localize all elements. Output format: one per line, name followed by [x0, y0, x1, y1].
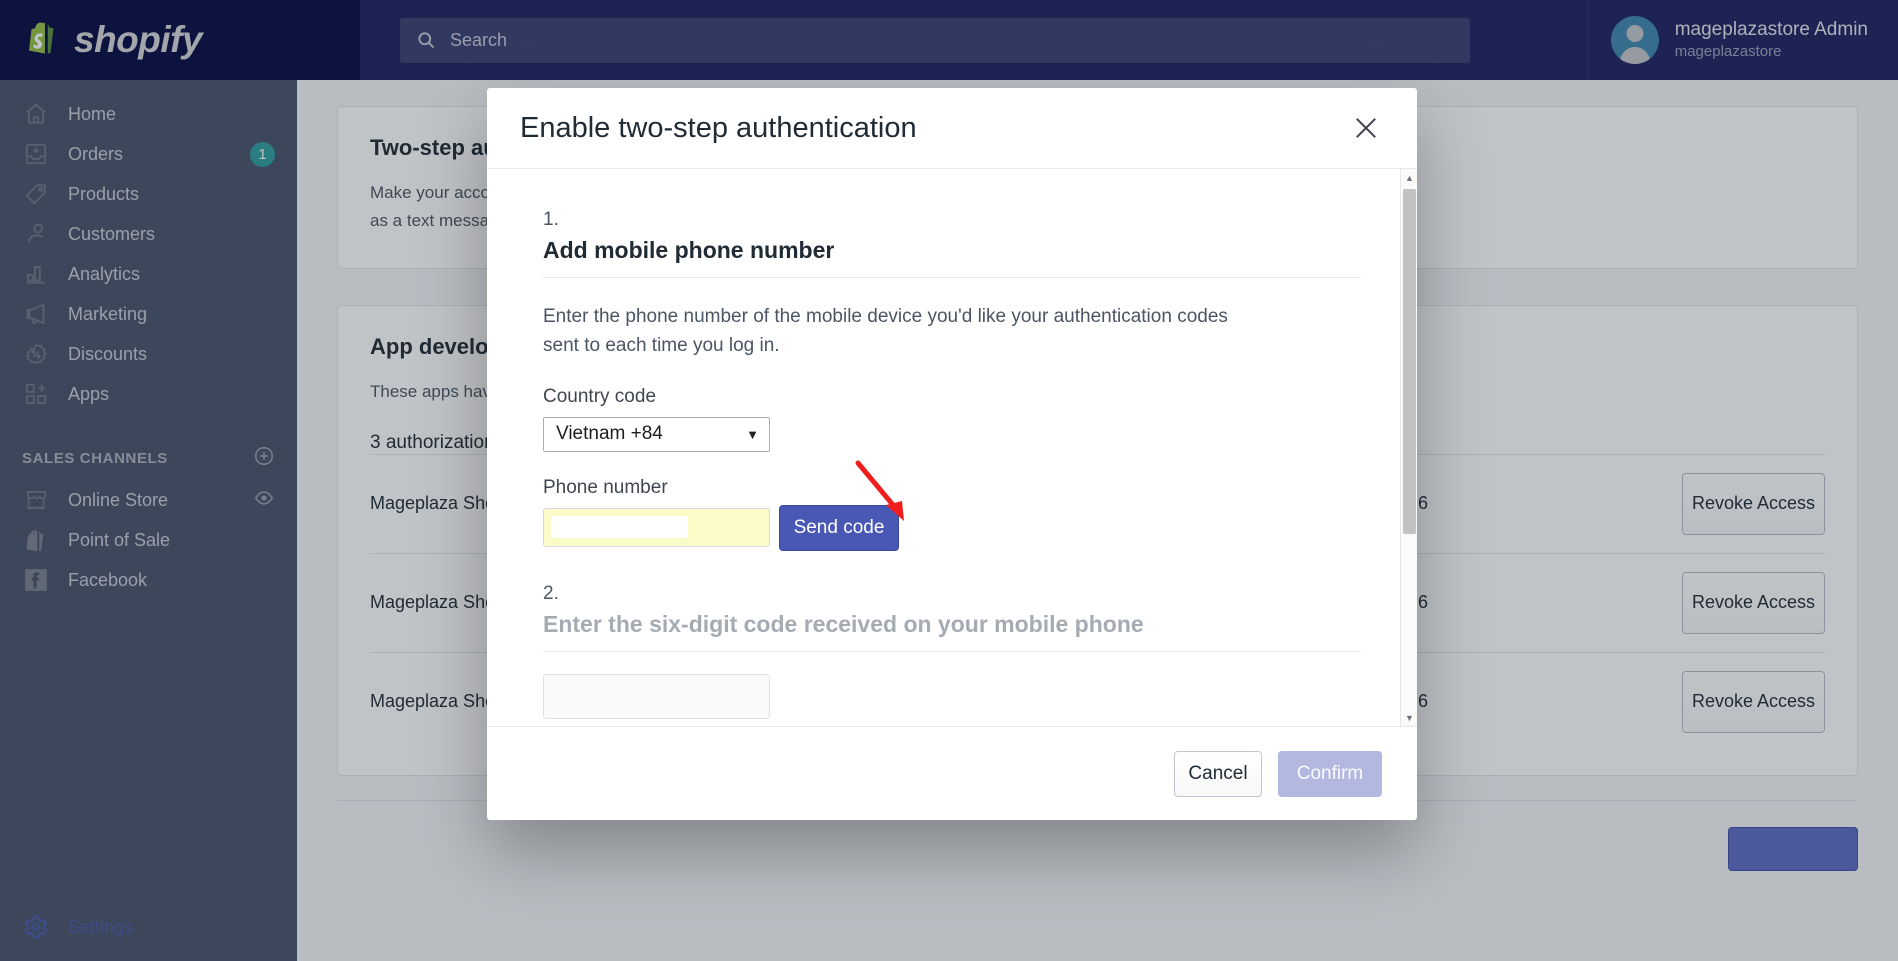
chevron-down-icon: ▼: [746, 426, 759, 442]
confirm-button: Confirm: [1278, 750, 1382, 797]
six-digit-code-input[interactable]: [543, 673, 770, 719]
step-1-number: 1.: [543, 209, 559, 230]
country-code-select[interactable]: Vietnam +84 ▼: [543, 416, 770, 452]
app-root: Two-step authentication. Make your accou…: [0, 0, 1898, 961]
scroll-down-arrow-icon[interactable]: ▼: [1401, 709, 1417, 726]
phone-row: Send code: [543, 504, 1361, 551]
modal-header: Enable two-step authentication: [487, 88, 1417, 169]
modal-title: Enable two-step authentication: [520, 111, 917, 144]
step-1-description: Enter the phone number of the mobile dev…: [543, 306, 1228, 356]
close-icon[interactable]: [1349, 111, 1383, 145]
phone-number-label: Phone number: [543, 476, 668, 498]
step-2-block: 2. Enter the six-digit code received on …: [543, 583, 1361, 719]
scroll-up-arrow-icon[interactable]: ▲: [1401, 169, 1417, 186]
phone-number-input[interactable]: [543, 507, 770, 547]
step-2-number: 2.: [543, 582, 559, 604]
country-code-label: Country code: [543, 385, 657, 407]
enable-two-step-modal: Enable two-step authentication 1. Add mo…: [487, 88, 1417, 820]
step-1-heading: Add mobile phone number: [543, 237, 1361, 278]
redaction-overlay: [551, 515, 688, 538]
cancel-button[interactable]: Cancel: [1174, 750, 1262, 797]
send-code-button[interactable]: Send code: [779, 504, 899, 551]
step-2-heading: Enter the six-digit code received on you…: [543, 611, 1361, 652]
modal-scrollbar[interactable]: ▲ ▼: [1400, 169, 1417, 726]
modal-body: 1. Add mobile phone number Enter the pho…: [487, 169, 1417, 726]
scrollbar-thumb[interactable]: [1403, 189, 1416, 534]
modal-footer: Cancel Confirm: [487, 726, 1417, 820]
country-code-value: Vietnam +84: [556, 423, 663, 445]
